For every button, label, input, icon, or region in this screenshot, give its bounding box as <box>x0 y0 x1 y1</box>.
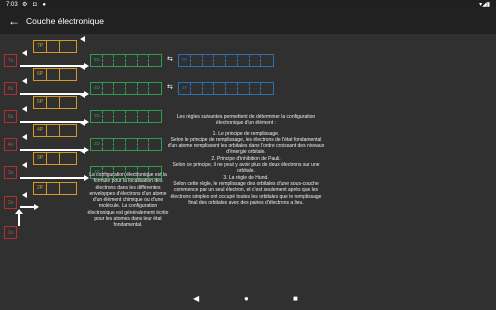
arrowhead-left-icon <box>80 120 85 126</box>
s-level-box: 1s <box>4 226 17 239</box>
d-orbital-label: 4D <box>94 85 100 90</box>
description-right: Les règles suivantes permettent de déter… <box>166 114 326 206</box>
f-orbital-label: 5F <box>182 57 188 62</box>
s-level-label: 3s <box>7 170 14 176</box>
s-level-box: 6s <box>4 82 17 95</box>
arrowhead-left-icon <box>80 148 85 154</box>
fill-order-arrow <box>20 93 84 95</box>
s-level-box: 4s <box>4 138 17 151</box>
d-orbital-label: 2D <box>94 141 100 146</box>
s-level-label: 6s <box>7 86 14 92</box>
p-orbital-group: 2P <box>33 182 77 195</box>
d-orbital-row: 2D <box>90 138 162 151</box>
status-bar: 7:03 ⚙ ◘ ● ▾◢▮ <box>0 0 496 10</box>
s-level-label: 4s <box>7 142 14 148</box>
d-orbital-row: 4D <box>90 82 162 95</box>
arrowhead-left-icon <box>80 92 85 98</box>
s-level-box: 3s <box>4 166 17 179</box>
d-orbital-label: 5D <box>94 57 100 62</box>
system-icons: ▾◢▮ <box>479 2 490 8</box>
arrowhead-left-icon <box>80 36 85 42</box>
s-level-label: 7s <box>7 58 14 64</box>
arrowhead-left-icon <box>22 50 27 56</box>
f-orbital-label: 4F <box>182 85 188 90</box>
s-level-label: 2s <box>7 200 14 206</box>
fill-order-arrow <box>20 149 84 151</box>
swap-arrows-icon: ⇆ <box>167 84 173 91</box>
fill-order-arrow <box>20 177 84 179</box>
arrowhead-left-icon <box>22 78 27 84</box>
rule-3-body: Selon cette règle, le remplissage des or… <box>170 180 322 206</box>
p-orbital-group: 3P <box>33 152 77 165</box>
page-title: Couche électronique <box>26 16 104 26</box>
arrowhead-right-icon <box>34 204 39 210</box>
p-orbital-label: 6P <box>37 71 44 77</box>
d-orbital-label: 3D <box>94 113 100 118</box>
fill-order-arrow <box>20 65 84 67</box>
status-time: 7:03 <box>6 2 18 8</box>
description-left: La configuration électronique est la for… <box>87 172 169 229</box>
back-arrow-icon[interactable]: ← <box>8 14 20 28</box>
system-nav-bar: ◀ ● ■ <box>0 288 496 310</box>
s-level-label: 1s <box>7 230 14 236</box>
nav-home-icon[interactable]: ● <box>244 294 249 303</box>
notification-icons: ⚙ ◘ ● <box>22 2 48 8</box>
f-orbital-row: 5F <box>178 54 274 67</box>
arrowhead-up-icon <box>15 209 23 214</box>
p-orbital-label: 7P <box>37 43 44 49</box>
diagram-area: 7s 6s 5s 4s 3s 2s 1s 7P 6P 5P 4P 3P 2P 5… <box>0 34 496 284</box>
nav-recents-icon[interactable]: ■ <box>293 294 298 303</box>
p-orbital-label: 4P <box>37 127 44 133</box>
s-level-box: 5s <box>4 110 17 123</box>
p-orbital-group: 6P <box>33 68 77 81</box>
s-level-box: 2s <box>4 196 17 209</box>
p-orbital-label: 2P <box>37 185 44 191</box>
app-bar: ← Couche électronique <box>0 10 496 34</box>
d-orbital-row: 5D <box>90 54 162 67</box>
p-orbital-group: 5P <box>33 96 77 109</box>
rule-1-body: Selon le principe de remplissage, les él… <box>167 136 325 156</box>
fill-order-arrow <box>20 121 84 123</box>
f-orbital-row: 4F <box>178 82 274 95</box>
arrowhead-left-icon <box>22 192 27 198</box>
arrowhead-left-icon <box>80 64 85 70</box>
fill-order-arrow <box>20 206 34 208</box>
arrowhead-left-icon <box>22 106 27 112</box>
p-orbital-group: 7P <box>33 40 77 53</box>
p-orbital-group: 4P <box>33 124 77 137</box>
swap-arrows-icon: ⇆ <box>167 56 173 63</box>
s-level-box: 7s <box>4 54 17 67</box>
p-orbital-label: 5P <box>37 99 44 105</box>
arrowhead-left-icon <box>22 134 27 140</box>
rules-intro: Les règles suivantes permettent de déter… <box>176 114 316 127</box>
arrowhead-left-icon <box>22 162 27 168</box>
p-orbital-label: 3P <box>37 155 44 161</box>
d-orbital-row: 3D <box>90 110 162 123</box>
up-arrow-line <box>18 214 20 226</box>
s-level-label: 5s <box>7 114 14 120</box>
nav-back-icon[interactable]: ◀ <box>193 294 199 303</box>
rule-2-body: Selon ce principe, il ne peut y avoir pl… <box>172 162 320 175</box>
